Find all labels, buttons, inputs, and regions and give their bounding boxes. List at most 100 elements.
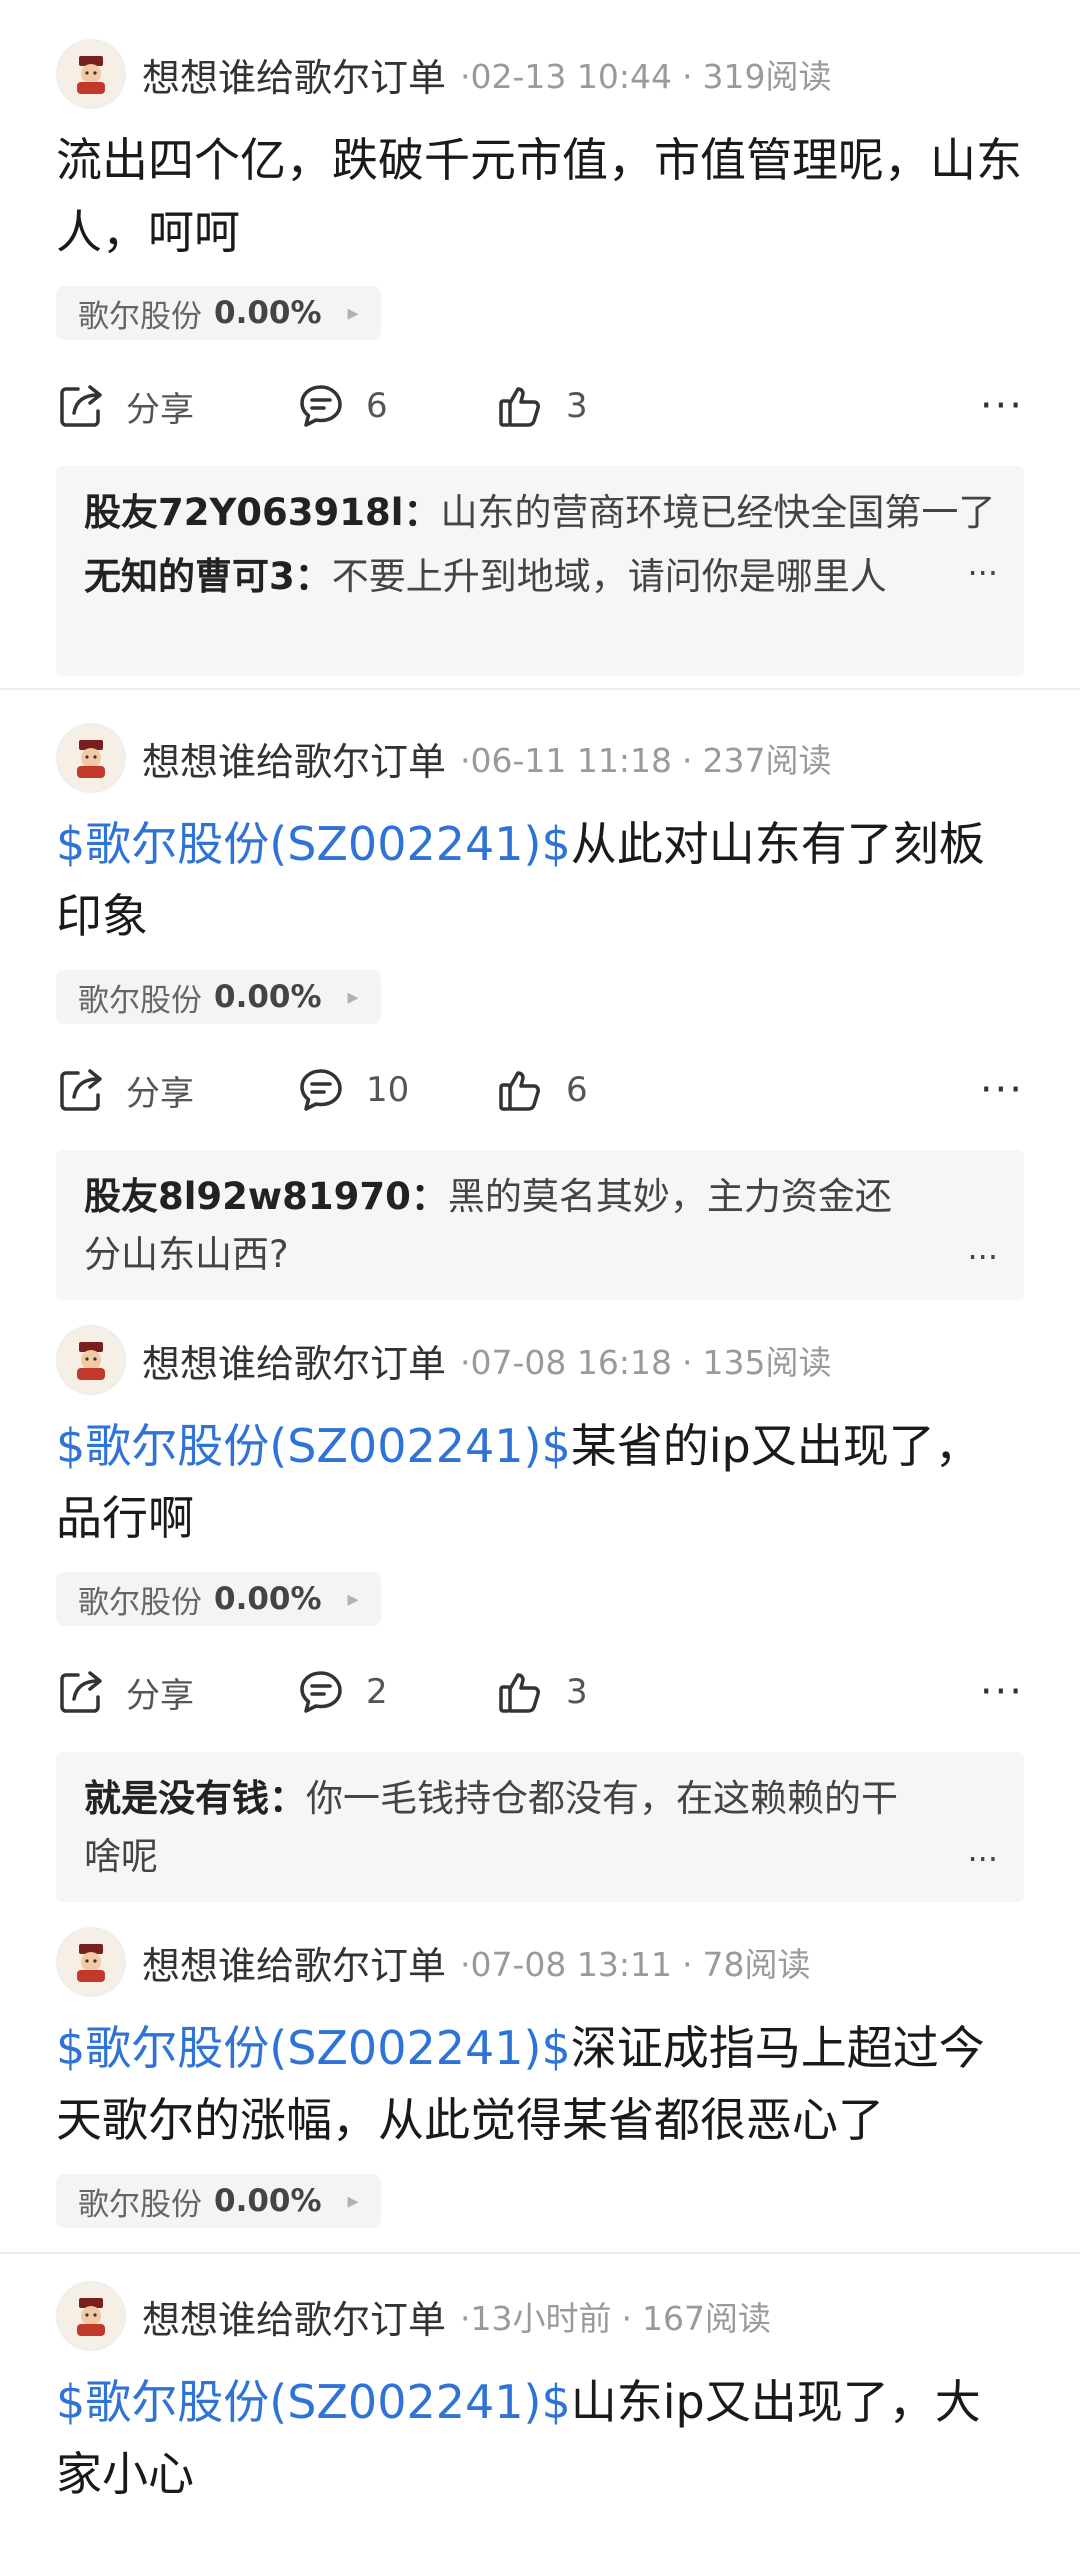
expand-comment-icon[interactable]: ··· — [967, 1840, 998, 1878]
avatar[interactable] — [56, 723, 126, 793]
meta-dot: · — [460, 1945, 471, 1984]
more-options-icon[interactable]: ··· — [980, 1067, 1024, 1113]
stock-chip[interactable]: 歌尔股份 0.00% ▸ — [56, 1572, 381, 1626]
chevron-right-icon: ▸ — [347, 2188, 359, 2214]
expand-comment-icon[interactable]: ··· — [967, 1238, 998, 1276]
comment-icon — [300, 1671, 342, 1713]
stock-name: 歌尔股份 — [78, 1584, 202, 1621]
author-name[interactable]: 想想谁给歌尔订单 — [142, 1935, 446, 1990]
post-content[interactable]: $歌尔股份(SZ002241)$山东ip又出现了，大家小心 — [56, 2366, 1024, 2510]
like-count: 6 — [566, 1070, 588, 1110]
author-name[interactable]: 想想谁给歌尔订单 — [142, 1333, 446, 1388]
post-content[interactable]: $歌尔股份(SZ002241)$深证成指马上超过今天歌尔的涨幅，从此觉得某省都很… — [56, 2012, 1024, 2156]
comment-user[interactable]: 无知的曹可3 — [84, 555, 295, 598]
meta-dot: · — [682, 741, 693, 780]
stock-chip[interactable]: 歌尔股份 0.00% ▸ — [56, 286, 381, 340]
share-label: 分享 — [126, 389, 194, 430]
chevron-right-icon: ▸ — [347, 984, 359, 1010]
post-meta: ·07-08 16:18 · 135阅读 — [460, 1336, 831, 1384]
god-of-wealth-avatar-icon — [77, 1944, 105, 1982]
comment-count: 10 — [366, 1070, 410, 1110]
read-count: 319阅读 — [702, 57, 832, 96]
comment-separator: ： — [269, 1777, 306, 1820]
post-time: 02-13 10:44 — [470, 57, 672, 96]
share-button[interactable]: 分享 — [56, 1667, 296, 1717]
share-button[interactable]: 分享 — [56, 1065, 296, 1115]
share-icon — [60, 1069, 102, 1111]
post[interactable]: 想想谁给歌尔订单 ·06-11 11:18 · 237阅读 $歌尔股份(SZ0022… — [0, 688, 1080, 1300]
post-content[interactable]: $歌尔股份(SZ002241)$某省的ip又出现了，品行啊 — [56, 1410, 1024, 1554]
comment-button[interactable]: 6 — [296, 381, 496, 431]
share-label: 分享 — [126, 1675, 194, 1716]
like-button[interactable]: 3 — [496, 381, 696, 431]
god-of-wealth-avatar-icon — [77, 56, 105, 94]
meta-dot: · — [621, 2299, 633, 2338]
comment-separator: ： — [410, 1175, 448, 1218]
stock-tag-link[interactable]: $歌尔股份(SZ002241)$ — [56, 1419, 571, 1473]
stock-tag-link[interactable]: $歌尔股份(SZ002241)$ — [56, 2021, 571, 2075]
post[interactable]: 想想谁给歌尔订单 ·07-08 13:11 · 78阅读 $歌尔股份(SZ00224… — [0, 1902, 1080, 2252]
comment-user[interactable]: 就是没有钱 — [84, 1777, 269, 1820]
meta-dot: · — [460, 2299, 471, 2338]
post[interactable]: 想想谁给歌尔订单 ·13小时前 · 167阅读 $歌尔股份(SZ002241)$山东… — [0, 2252, 1080, 2510]
avatar[interactable] — [56, 2281, 126, 2351]
meta-dot: · — [460, 57, 471, 96]
post-time: 06-11 11:18 — [470, 741, 672, 780]
post[interactable]: 想想谁给歌尔订单 ·02-13 10:44 · 319阅读 流出四个亿，跌破千元市值… — [0, 0, 1080, 676]
comment-preview[interactable]: 股友72Y063918l：山东的营商环境已经快全国第一了 无知的曹可3：不要上升… — [56, 466, 1024, 676]
read-count: 135阅读 — [702, 1343, 832, 1382]
comment-text: 不要上升到地域，请问你是哪里人 — [331, 555, 887, 598]
avatar[interactable] — [56, 39, 126, 109]
expand-comment-icon[interactable]: ··· — [967, 554, 998, 592]
meta-dot: · — [460, 741, 471, 780]
comment-preview[interactable]: 就是没有钱：你一毛钱持仓都没有，在这赖赖的干啥呢 ··· — [56, 1752, 1024, 1902]
comment-item[interactable]: 无知的曹可3：不要上升到地域，请问你是哪里人 — [84, 548, 996, 606]
post-meta: ·13小时前 · 167阅读 — [460, 2292, 771, 2340]
read-count: 167阅读 — [642, 2299, 772, 2338]
more-options-icon[interactable]: ··· — [980, 383, 1024, 429]
comment-item[interactable]: 就是没有钱：你一毛钱持仓都没有，在这赖赖的干啥呢 — [84, 1770, 924, 1886]
author-name[interactable]: 想想谁给歌尔订单 — [142, 731, 446, 786]
comment-text: 山东的营商环境已经快全国第一了 — [440, 491, 996, 534]
like-button[interactable]: 6 — [496, 1065, 696, 1115]
comment-item[interactable]: 股友8l92w81970：黑的莫名其妙，主力资金还分山东山西? — [84, 1168, 924, 1284]
comment-count: 6 — [366, 386, 388, 426]
stock-change: 0.00% — [214, 979, 322, 1015]
action-bar: 分享 2 3 ··· — [56, 1632, 1024, 1752]
post-time: 07-08 16:18 — [470, 1343, 672, 1382]
post-content[interactable]: 流出四个亿，跌破千元市值，市值管理呢，山东人，呵呵 — [56, 124, 1024, 268]
action-bar: 分享 6 3 ··· — [56, 346, 1024, 466]
post[interactable]: 想想谁给歌尔订单 ·07-08 16:18 · 135阅读 $歌尔股份(SZ0022… — [0, 1300, 1080, 1902]
share-button[interactable]: 分享 — [56, 381, 296, 431]
share-label: 分享 — [126, 1073, 194, 1114]
comment-user[interactable]: 股友72Y063918l — [84, 491, 403, 534]
chevron-right-icon: ▸ — [347, 1586, 359, 1612]
author-name[interactable]: 想想谁给歌尔订单 — [142, 2289, 446, 2344]
like-button[interactable]: 3 — [496, 1667, 696, 1717]
post-content[interactable]: $歌尔股份(SZ002241)$从此对山东有了刻板印象 — [56, 808, 1024, 952]
comment-user[interactable]: 股友8l92w81970 — [84, 1175, 411, 1218]
author-row: 想想谁给歌尔订单 ·02-13 10:44 · 319阅读 — [56, 28, 1024, 120]
stock-change: 0.00% — [214, 2183, 322, 2219]
more-options-icon[interactable]: ··· — [980, 1669, 1024, 1715]
post-text: 流出四个亿，跌破千元市值，市值管理呢，山东人，呵呵 — [56, 133, 1022, 259]
meta-dot: · — [682, 1343, 693, 1382]
thumbs-up-icon — [499, 1071, 540, 1111]
comment-preview[interactable]: 股友8l92w81970：黑的莫名其妙，主力资金还分山东山西? ··· — [56, 1150, 1024, 1300]
comment-button[interactable]: 2 — [296, 1667, 496, 1717]
author-name[interactable]: 想想谁给歌尔订单 — [142, 47, 446, 102]
god-of-wealth-avatar-icon — [77, 2298, 105, 2336]
stock-chip[interactable]: 歌尔股份 0.00% ▸ — [56, 970, 381, 1024]
stock-tag-link[interactable]: $歌尔股份(SZ002241)$ — [56, 2375, 571, 2429]
comment-icon — [300, 1069, 342, 1111]
comment-item[interactable]: 股友72Y063918l：山东的营商环境已经快全国第一了 — [84, 484, 996, 542]
avatar[interactable] — [56, 1325, 126, 1395]
comment-button[interactable]: 10 — [296, 1065, 496, 1115]
stock-chip[interactable]: 歌尔股份 0.00% ▸ — [56, 2174, 381, 2228]
avatar[interactable] — [56, 1927, 126, 1997]
stock-tag-link[interactable]: $歌尔股份(SZ002241)$ — [56, 817, 571, 871]
comment-count: 2 — [366, 1672, 388, 1712]
like-count: 3 — [566, 386, 588, 426]
meta-dot: · — [460, 1343, 471, 1382]
chevron-right-icon: ▸ — [347, 300, 359, 326]
